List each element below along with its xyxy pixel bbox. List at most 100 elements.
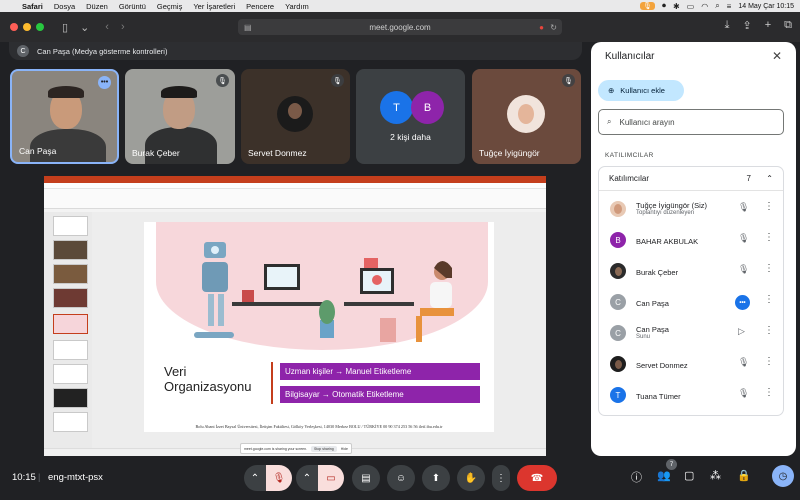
spotlight-icon[interactable]: ⌕ [715, 1, 719, 11]
emoji-reactions-button[interactable]: ☺ [387, 465, 415, 491]
more-options-button[interactable]: ⋮ [492, 465, 510, 491]
meeting-details-icon[interactable]: ⓘ [631, 469, 642, 485]
video-person-hair [161, 86, 197, 98]
participant-role: Toplantıyı düzenleyen [636, 210, 695, 216]
people-search-input[interactable]: ⌕ Kullanıcı arayın [598, 109, 784, 135]
panel-title: Kullanıcılar [605, 51, 655, 62]
microphone-off-button[interactable]: 🎙 [266, 465, 292, 491]
participant-row[interactable]: Burak Çeber 🎙 ⋮ [599, 256, 785, 287]
zoom-window-button[interactable] [36, 23, 44, 31]
slide-thumbnail [53, 240, 88, 260]
menu-gecmis[interactable]: Geçmiş [157, 2, 182, 11]
participant-row[interactable]: T Tuana Tümer 🎙 ⋮ [599, 380, 785, 411]
participant-row[interactable]: Tuğçe İyigüngör (Siz) Toplantıyı düzenle… [599, 194, 785, 225]
menu-pencere[interactable]: Pencere [246, 2, 274, 11]
participant-row[interactable]: B BAHAR AKBULAK 🎙 ⋮ [599, 225, 785, 256]
present-screen-button[interactable]: ⬆ [422, 465, 450, 491]
activities-icon[interactable]: ⁂ [710, 469, 721, 482]
raise-hand-button[interactable]: ✋ [457, 465, 485, 491]
audio-options-chevron-icon[interactable]: ⌃ [244, 465, 266, 491]
bluetooth-icon[interactable]: ✱ [673, 2, 680, 11]
share-icon[interactable]: ⇪ [742, 19, 751, 32]
speaking-indicator-icon[interactable]: ••• [735, 295, 750, 310]
captions-button[interactable]: ▤ [352, 465, 380, 491]
participant-row[interactable]: Servet Donmez 🎙 ⋮ [599, 349, 785, 380]
participant-more-icon[interactable]: ⋮ [764, 263, 774, 274]
menu-yer-isaretleri[interactable]: Yer İşaretleri [193, 2, 235, 11]
tab-group-chevron-icon[interactable]: ⌄ [80, 21, 89, 34]
menu-dosya[interactable]: Dosya [54, 2, 75, 11]
menu-duzen[interactable]: Düzen [86, 2, 108, 11]
participant-more-icon[interactable]: ⋮ [764, 294, 774, 305]
participants-group-header[interactable]: Katılımcılar 7 ⌃ [599, 167, 783, 191]
people-count-badge: 7 [666, 459, 677, 470]
minimize-window-button[interactable] [23, 23, 31, 31]
shared-screen[interactable]: Veri Organizasyonu Uzman kişiler → Manue… [44, 176, 546, 456]
control-center-icon[interactable]: ≡ [727, 2, 732, 11]
browser-toolbar: ▯ ⌄ ‹ › ▤ meet.google.com ● ↻ ⤓ ⇪ + ⧉ [0, 12, 800, 42]
muted-mic-icon[interactable]: 🎙 [738, 388, 749, 399]
muted-mic-icon[interactable]: 🎙 [738, 264, 749, 275]
back-icon[interactable]: ‹ [105, 21, 109, 33]
muted-mic-icon[interactable]: 🎙 [738, 233, 749, 244]
wifi-icon[interactable]: ◠ [701, 2, 708, 11]
video-options-chevron-icon[interactable]: ⌃ [296, 465, 318, 491]
menu-yardim[interactable]: Yardım [285, 2, 309, 11]
screen-record-icon[interactable]: ⏺ [662, 1, 666, 11]
battery-icon[interactable]: ▭ [687, 2, 695, 11]
close-window-button[interactable] [10, 23, 18, 31]
menu-app-name[interactable]: Safari [22, 2, 43, 11]
address-bar[interactable]: ▤ meet.google.com ● ↻ [238, 19, 562, 35]
chat-icon[interactable]: ▢ [684, 469, 694, 482]
host-controls-icon[interactable]: 🔒 [737, 469, 751, 482]
forward-icon[interactable]: › [121, 21, 125, 33]
participant-row[interactable]: C Can Paşa Sunu ▷ ⋮ [599, 318, 785, 349]
tile-more-people[interactable]: T B 2 kişi daha [356, 69, 465, 164]
page-settings-icon[interactable]: ▤ [244, 23, 252, 32]
tab-overview-icon[interactable]: ⧉ [784, 19, 792, 32]
mic-in-use-icon[interactable]: ● [539, 23, 544, 32]
downloads-icon[interactable]: ⤓ [725, 19, 730, 32]
tile-more-options-icon[interactable]: ••• [98, 76, 111, 89]
stop-sharing-button[interactable]: Stop sharing [311, 445, 337, 452]
participant-avatar: C [610, 325, 626, 341]
tile-tugce-iyigungor[interactable]: 🎙 Tuğçe İyigüngör [472, 69, 581, 164]
muted-mic-icon[interactable]: 🎙 [738, 202, 749, 213]
participant-avatar: C [610, 294, 626, 310]
collapse-chevron-icon[interactable]: ⌃ [766, 174, 773, 183]
close-panel-icon[interactable]: ✕ [772, 49, 782, 63]
muted-mic-icon[interactable]: 🎙 [738, 357, 749, 368]
presenter-strip[interactable]: C Can Paşa (Medya gösterme kontrolleri) [9, 42, 582, 60]
camera-off-button[interactable]: ▭ [318, 465, 344, 491]
address-text[interactable]: meet.google.com [369, 23, 430, 32]
tile-burak-ceber[interactable]: 🎙 Burak Çeber [125, 69, 235, 164]
people-icon[interactable]: 👥 [657, 469, 671, 482]
screen: Safari Dosya Düzen Görüntü Geçmiş Yer İş… [0, 0, 800, 500]
add-person-icon: ⊕ [608, 86, 615, 95]
presenter-strip-text: Can Paşa (Medya gösterme kontrolleri) [37, 46, 168, 56]
timer-icon[interactable]: ◷ [772, 465, 794, 487]
sidebar-toggle-icon[interactable]: ▯ [62, 21, 68, 34]
participant-more-icon[interactable]: ⋮ [764, 325, 774, 336]
participant-row[interactable]: C Can Paşa ••• ⋮ [599, 287, 785, 318]
tile-name: Tuğçe İyigüngör [479, 148, 540, 158]
hide-banner-button[interactable]: Hide [341, 447, 348, 451]
participants-list: Katılımcılar 7 ⌃ Tuğçe İyigüngör (Siz) T… [598, 166, 784, 416]
add-people-button[interactable]: ⊕ Kullanıcı ekle [598, 80, 684, 101]
camera-off-icon[interactable]: ▷ [738, 326, 745, 337]
menu-goruntu[interactable]: Görüntü [119, 2, 146, 11]
participant-more-icon[interactable]: ⋮ [764, 387, 774, 398]
tile-servet-donmez[interactable]: 🎙 Servet Donmez [241, 69, 350, 164]
participant-more-icon[interactable]: ⋮ [764, 232, 774, 243]
participant-name: Tuğçe İyigüngör (Siz) [636, 201, 708, 210]
mic-indicator-icon[interactable]: 🎙 [640, 2, 655, 10]
slide-accent-bar [271, 362, 273, 404]
reload-icon[interactable]: ↻ [550, 23, 557, 32]
participant-more-icon[interactable]: ⋮ [764, 356, 774, 367]
screen-sharing-banner: meet.google.com is sharing your screen. … [240, 443, 352, 454]
participant-more-icon[interactable]: ⋮ [764, 201, 774, 212]
new-tab-icon[interactable]: + [765, 19, 771, 32]
tile-can-pasa[interactable]: ••• Can Paşa [10, 69, 119, 164]
menubar-datetime[interactable]: 14 May Çar 10:15 [738, 3, 794, 10]
leave-call-button[interactable]: ☎ [517, 465, 557, 491]
